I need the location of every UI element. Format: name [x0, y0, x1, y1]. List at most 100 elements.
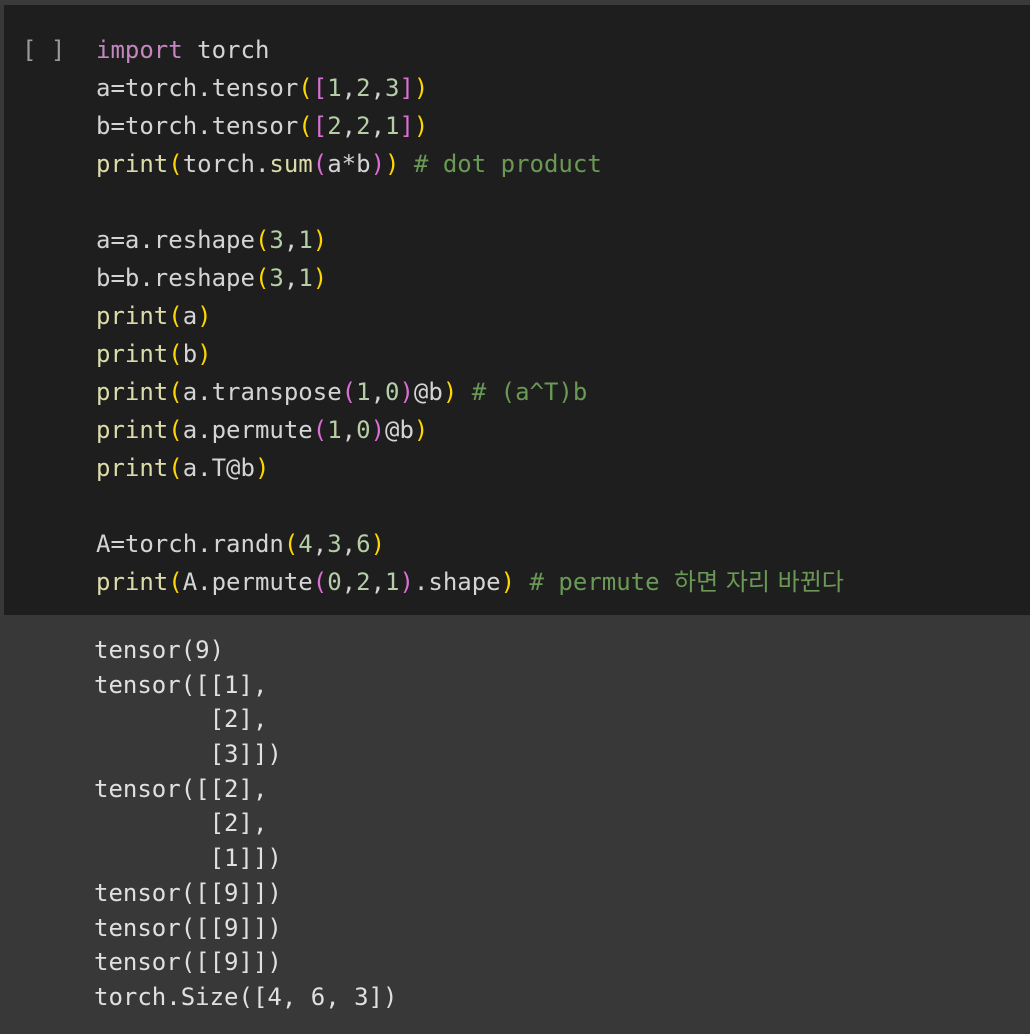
code-token: @b — [385, 416, 414, 444]
code-line[interactable]: print(b) — [96, 335, 844, 373]
output-line: torch.Size([4, 6, 3]) — [94, 982, 398, 1011]
code-line[interactable] — [96, 183, 844, 221]
code-token: # permute — [515, 568, 675, 596]
code-token: 3 — [269, 264, 284, 292]
code-token: 2 — [356, 112, 371, 140]
code-token: ( — [312, 416, 328, 444]
code-token: ( — [283, 530, 299, 558]
code-token: ) — [370, 150, 386, 178]
code-token: , — [283, 226, 299, 254]
code-token: ( — [168, 416, 183, 444]
output-line: [2], — [94, 809, 268, 838]
code-token: ( — [168, 568, 183, 596]
code-token: ] — [399, 112, 414, 140]
code-token: 3 — [269, 226, 284, 254]
code-token: 2 — [356, 74, 371, 102]
output-line: tensor([[9]]) — [94, 913, 282, 942]
output-line: tensor([[2], — [94, 774, 268, 803]
code-token: ( — [298, 112, 313, 140]
code-token: , — [370, 74, 386, 102]
code-token: 1 — [385, 568, 400, 596]
code-token: ( — [168, 302, 183, 330]
code-token: [ — [312, 74, 328, 102]
code-token: ) — [385, 150, 400, 178]
code-line[interactable]: print(a.T@b) — [96, 449, 844, 487]
code-token: , — [341, 568, 357, 596]
code-token: ) — [312, 226, 328, 254]
code-line[interactable]: import torch — [96, 31, 844, 69]
output-lines: tensor(9) tensor([[1], [2], [3]]) tensor([… — [94, 633, 397, 1015]
code-line[interactable]: A=torch.randn(4,3,6) — [96, 525, 844, 563]
output-line: [2], — [94, 705, 268, 734]
code-token: ( — [168, 454, 183, 482]
code-token: a=torch.tensor — [96, 74, 299, 102]
code-token: ( — [168, 378, 183, 406]
code-line[interactable]: b=b.reshape(3,1) — [96, 259, 844, 297]
code-token: A=torch.randn — [96, 530, 284, 558]
code-token: 1 — [385, 112, 400, 140]
code-token: ) — [370, 416, 386, 444]
code-token: ) — [413, 112, 429, 140]
code-token: b=b.reshape — [96, 264, 255, 292]
code-token: , — [370, 112, 386, 140]
code-token: a=a.reshape — [96, 226, 255, 254]
code-line[interactable]: b=torch.tensor([2,2,1]) — [96, 107, 844, 145]
code-token: 3 — [327, 530, 342, 558]
code-editor[interactable]: [ ] import torch a=torch.tensor([1,2,3]) b… — [4, 5, 1030, 615]
code-token: , — [341, 530, 357, 558]
code-line[interactable] — [96, 487, 844, 525]
code-line[interactable]: a=a.reshape(3,1) — [96, 221, 844, 259]
code-token: ) — [312, 264, 328, 292]
code-token: import — [96, 36, 183, 64]
run-cell-button[interactable]: [ ] — [22, 35, 65, 65]
code-token: # (a^T)b — [457, 378, 588, 406]
code-line[interactable]: print(a.transpose(1,0)@b) # (a^T)b — [96, 373, 844, 411]
code-token: ] — [399, 74, 414, 102]
code-token: ( — [168, 340, 183, 368]
code-token: ( — [254, 264, 270, 292]
notebook-cell: [ ] import torch a=torch.tensor([1,2,3]) b… — [0, 0, 1030, 1034]
code-lines[interactable]: import torch a=torch.tensor([1,2,3]) b=tor… — [96, 31, 844, 601]
code-token: ) — [413, 416, 429, 444]
output-line: tensor(9) — [94, 636, 225, 664]
code-token: print — [96, 568, 169, 596]
code-line[interactable]: print(a.permute(1,0)@b) — [96, 411, 844, 449]
code-token: 3 — [385, 74, 400, 102]
cell-output: tensor(9) tensor([[1], [2], [3]]) tensor([… — [0, 615, 1030, 1034]
output-line: [3]]) — [94, 740, 282, 769]
code-token: sum — [269, 150, 313, 178]
code-line[interactable]: a=torch.tensor([1,2,3]) — [96, 69, 844, 107]
code-token: print — [96, 454, 169, 482]
code-token: ) — [500, 568, 516, 596]
code-token: .shape — [413, 568, 501, 596]
code-token: [ — [312, 112, 328, 140]
code-token: 하면 자리 바뀐다 — [674, 568, 844, 596]
code-token: print — [96, 416, 169, 444]
code-token: , — [283, 264, 299, 292]
code-token: 1 — [327, 74, 342, 102]
code-line[interactable]: print(a) — [96, 297, 844, 335]
code-token: A.permute — [182, 568, 313, 596]
code-token: 2 — [327, 112, 342, 140]
code-token: 1 — [298, 226, 313, 254]
code-token: 1 — [356, 378, 371, 406]
code-token: 2 — [356, 568, 371, 596]
code-token: ) — [399, 378, 414, 406]
code-token: print — [96, 150, 169, 178]
code-line[interactable]: print(A.permute(0,2,1).shape) # permute … — [96, 563, 844, 601]
code-token: # dot product — [399, 150, 602, 178]
code-token: ) — [370, 530, 386, 558]
code-token: ( — [312, 568, 328, 596]
code-token: , — [341, 74, 357, 102]
code-token: @b — [413, 378, 443, 406]
output-line: tensor([[1], — [94, 670, 268, 699]
code-token: 1 — [327, 416, 342, 444]
code-token: a*b — [327, 150, 371, 178]
code-token: a.T@b — [182, 454, 255, 482]
code-token: print — [96, 378, 169, 406]
code-token: 0 — [385, 378, 400, 406]
code-token: a.permute — [182, 416, 313, 444]
output-line: tensor([[9]]) — [94, 878, 282, 907]
code-line[interactable]: print(torch.sum(a*b)) # dot product — [96, 145, 844, 183]
code-token: 6 — [356, 530, 371, 558]
